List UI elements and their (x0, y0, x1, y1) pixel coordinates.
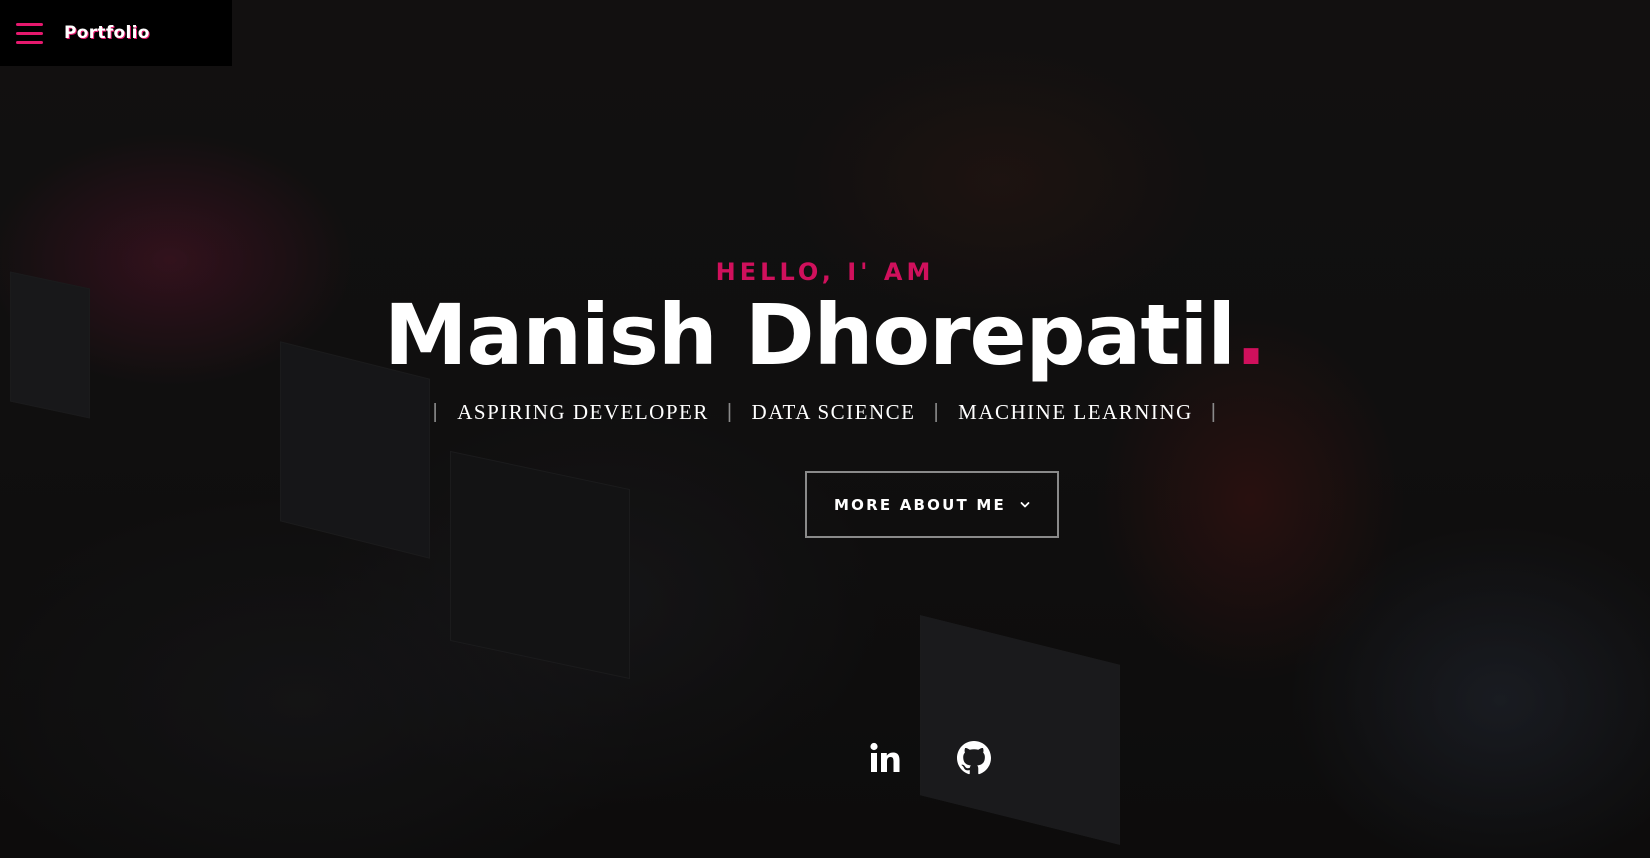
role-separator: | (933, 401, 941, 423)
role-item: ASPIRING DEVELOPER (457, 400, 709, 424)
more-about-me-button[interactable]: MORE ABOUT ME (805, 471, 1059, 538)
linkedin-icon (870, 742, 900, 772)
role-separator: | (1210, 401, 1218, 423)
role-item: MACHINE LEARNING (958, 400, 1193, 424)
github-icon (957, 741, 991, 775)
hamburger-menu-icon[interactable] (16, 22, 43, 44)
hero-roles: | ASPIRING DEVELOPER | DATA SCIENCE | MA… (0, 400, 1650, 425)
role-item: DATA SCIENCE (751, 400, 916, 424)
linkedin-link[interactable] (868, 740, 904, 776)
top-navbar: Portfolio (0, 0, 232, 66)
role-separator: | (432, 401, 440, 423)
more-about-me-label: MORE ABOUT ME (834, 495, 1006, 514)
hero-name-text: Manish Dhorepatil (383, 286, 1236, 384)
hero-name-dot: . (1235, 286, 1267, 384)
hero-section: HELLO, I' AM Manish Dhorepatil. | ASPIRI… (0, 0, 1650, 858)
chevron-down-icon (1020, 501, 1030, 507)
hero-greeting: HELLO, I' AM (715, 258, 935, 286)
github-link[interactable] (956, 740, 992, 776)
social-links (868, 740, 992, 776)
brand-logo[interactable]: Portfolio (64, 23, 150, 43)
hero-name: Manish Dhorepatil. (0, 285, 1650, 385)
role-separator: | (726, 401, 734, 423)
